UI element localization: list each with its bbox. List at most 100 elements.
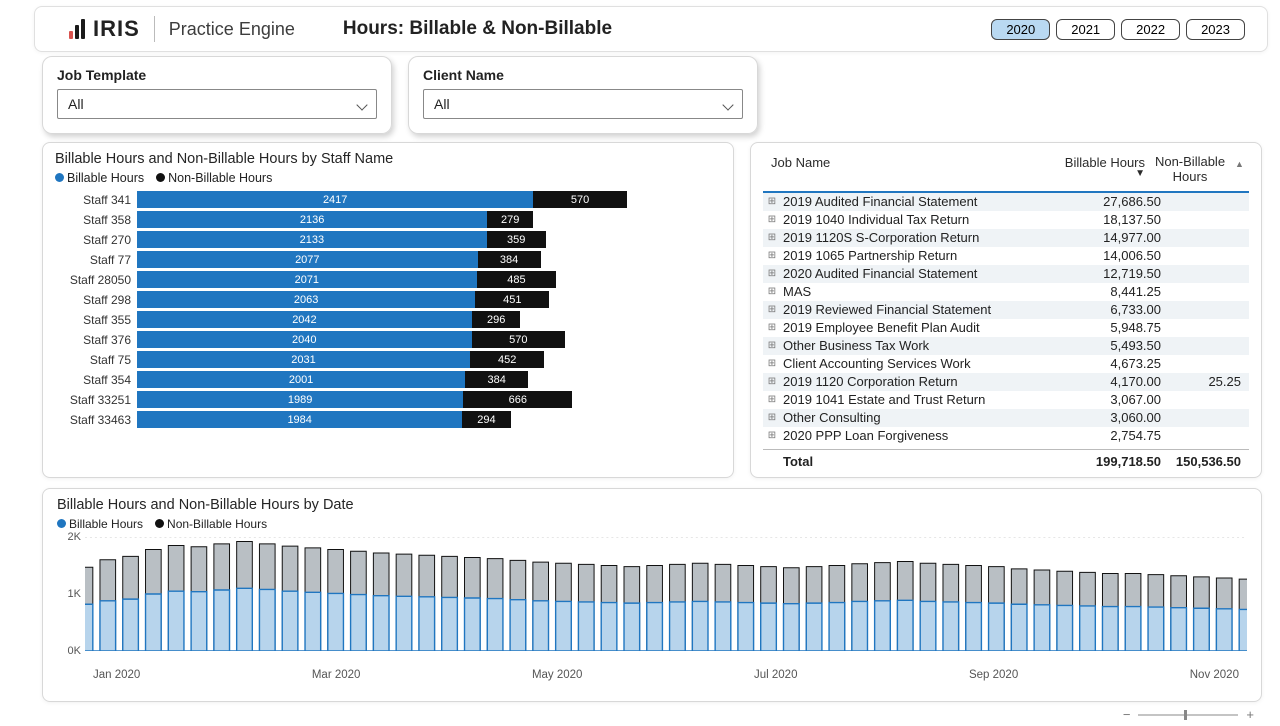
bar-label: Staff 355: [55, 313, 137, 327]
table-row[interactable]: ⊞2019 1040 Individual Tax Return18,137.5…: [763, 211, 1249, 229]
bar-chart-area[interactable]: Staff 3412417570 Staff 3582136279 Staff 27…: [55, 191, 721, 451]
header-bar: IRIS Practice Engine Hours: Billable & N…: [34, 6, 1268, 52]
bar-row[interactable]: Staff 772077384: [55, 251, 711, 268]
scroll-up-icon[interactable]: ▲: [1235, 159, 1244, 169]
bar-row[interactable]: Staff 3542001384: [55, 371, 711, 388]
legend-nonbillable: Non-Billable Hours: [156, 171, 272, 185]
client-name-select[interactable]: All: [423, 89, 743, 119]
table-row[interactable]: ⊞2019 1120 Corporation Return4,170.0025.…: [763, 373, 1249, 391]
expand-icon[interactable]: ⊞: [765, 304, 779, 315]
bar-label: Staff 354: [55, 373, 137, 387]
year-button-2020[interactable]: 2020: [991, 19, 1050, 40]
bar-row[interactable]: Staff 2702133359: [55, 231, 711, 248]
bar-row[interactable]: Staff 2982063451: [55, 291, 711, 308]
bar-row[interactable]: Staff 332511989666: [55, 391, 711, 408]
expand-icon[interactable]: ⊞: [765, 412, 779, 423]
col-nonbillable[interactable]: Non-Billable Hours: [1145, 155, 1235, 185]
expand-icon[interactable]: ⊞: [765, 430, 779, 441]
table-header: Job Name Billable Hours ▼ Non-Billable H…: [763, 151, 1249, 193]
segment-billable: 2031: [137, 351, 470, 368]
table-row[interactable]: ⊞2019 Audited Financial Statement27,686.…: [763, 193, 1249, 211]
job-template-value: All: [68, 96, 84, 112]
expand-icon[interactable]: ⊞: [765, 286, 779, 297]
table-row[interactable]: ⊞Other Business Tax Work5,493.50: [763, 337, 1249, 355]
x-tick: Sep 2020: [969, 669, 1018, 681]
x-tick: May 2020: [532, 669, 583, 681]
table-row[interactable]: ⊞2020 Audited Financial Statement12,719.…: [763, 265, 1249, 283]
chart-legend: Billable Hours Non-Billable Hours: [55, 171, 721, 185]
col-billable[interactable]: Billable Hours ▼: [1045, 155, 1145, 185]
bar-row[interactable]: Staff 3582136279: [55, 211, 711, 228]
zoom-slider[interactable]: [1138, 714, 1238, 716]
job-template-select[interactable]: All: [57, 89, 377, 119]
cell-billable: 18,137.50: [1069, 212, 1169, 227]
expand-icon[interactable]: ⊞: [765, 214, 779, 225]
cell-job: 2019 Reviewed Financial Statement: [783, 302, 1069, 317]
filter-job-template: Job Template All: [42, 56, 392, 134]
cell-job: MAS: [783, 284, 1069, 299]
expand-icon[interactable]: ⊞: [765, 268, 779, 279]
expand-icon[interactable]: ⊞: [765, 322, 779, 333]
segment-billable: 2133: [137, 231, 487, 248]
segment-nonbillable: 485: [477, 271, 557, 288]
expand-icon[interactable]: ⊞: [765, 340, 779, 351]
segment-billable: 2417: [137, 191, 533, 208]
logo-bars-icon: [69, 19, 85, 39]
cell-billable: 3,060.00: [1069, 410, 1169, 425]
main-row: Billable Hours and Non-Billable Hours by…: [42, 142, 1262, 478]
segment-nonbillable: 451: [475, 291, 549, 308]
bar-label: Staff 298: [55, 293, 137, 307]
expand-icon[interactable]: ⊞: [765, 394, 779, 405]
bar-row[interactable]: Staff 752031452: [55, 351, 711, 368]
staff-hours-chart: Billable Hours and Non-Billable Hours by…: [42, 142, 734, 478]
table-row[interactable]: ⊞2019 1041 Estate and Trust Return3,067.…: [763, 391, 1249, 409]
legend-billable: Billable Hours: [57, 517, 143, 531]
filter-label: Job Template: [57, 67, 377, 83]
col-job-name[interactable]: Job Name: [763, 155, 1045, 185]
segment-nonbillable: 279: [487, 211, 533, 228]
bar-track: 2136279: [137, 211, 711, 228]
segment-nonbillable: 384: [478, 251, 541, 268]
expand-icon[interactable]: ⊞: [765, 232, 779, 243]
expand-icon[interactable]: ⊞: [765, 196, 779, 207]
table-body[interactable]: ⊞2019 Audited Financial Statement27,686.…: [763, 193, 1249, 447]
page-title: Hours: Billable & Non-Billable: [343, 18, 612, 40]
bar-label: Staff 358: [55, 213, 137, 227]
client-name-value: All: [434, 96, 450, 112]
bar-track: 2133359: [137, 231, 711, 248]
bar-label: Staff 28050: [55, 273, 137, 287]
timeseries-plot[interactable]: 0K1K2K: [85, 537, 1247, 667]
segment-billable: 2001: [137, 371, 465, 388]
table-row[interactable]: ⊞2020 PPP Loan Forgiveness2,754.75: [763, 427, 1249, 445]
bar-row[interactable]: Staff 334631984294: [55, 411, 711, 428]
cell-job: 2019 1065 Partnership Return: [783, 248, 1069, 263]
total-nonbillable: 150,536.50: [1169, 454, 1249, 469]
year-button-2022[interactable]: 2022: [1121, 19, 1180, 40]
expand-icon[interactable]: ⊞: [765, 358, 779, 369]
expand-icon[interactable]: ⊞: [765, 376, 779, 387]
table-row[interactable]: ⊞2019 1065 Partnership Return14,006.50: [763, 247, 1249, 265]
table-row[interactable]: ⊞2019 Employee Benefit Plan Audit5,948.7…: [763, 319, 1249, 337]
year-button-2021[interactable]: 2021: [1056, 19, 1115, 40]
bar-row[interactable]: Staff 280502071485: [55, 271, 711, 288]
bar-track: 1984294: [137, 411, 711, 428]
bar-row[interactable]: Staff 3552042296: [55, 311, 711, 328]
y-tick: 1K: [68, 588, 81, 600]
expand-icon[interactable]: ⊞: [765, 250, 779, 261]
year-button-2023[interactable]: 2023: [1186, 19, 1245, 40]
table-row[interactable]: ⊞2019 1120S S-Corporation Return14,977.0…: [763, 229, 1249, 247]
y-tick: 0K: [68, 645, 81, 657]
cell-job: 2019 Audited Financial Statement: [783, 194, 1069, 209]
legend-nonbillable: Non-Billable Hours: [155, 517, 267, 531]
bar-row[interactable]: Staff 3762040570: [55, 331, 711, 348]
segment-billable: 2063: [137, 291, 475, 308]
table-row[interactable]: ⊞Other Consulting3,060.00: [763, 409, 1249, 427]
scroll-gutter: ▲: [1235, 155, 1249, 185]
table-row[interactable]: ⊞Client Accounting Services Work4,673.25: [763, 355, 1249, 373]
table-row[interactable]: ⊞2019 Reviewed Financial Statement6,733.…: [763, 301, 1249, 319]
cell-job: Client Accounting Services Work: [783, 356, 1069, 371]
cell-billable: 5,493.50: [1069, 338, 1169, 353]
table-row[interactable]: ⊞MAS8,441.25: [763, 283, 1249, 301]
chart-legend: Billable Hours Non-Billable Hours: [57, 517, 1247, 531]
bar-row[interactable]: Staff 3412417570: [55, 191, 711, 208]
